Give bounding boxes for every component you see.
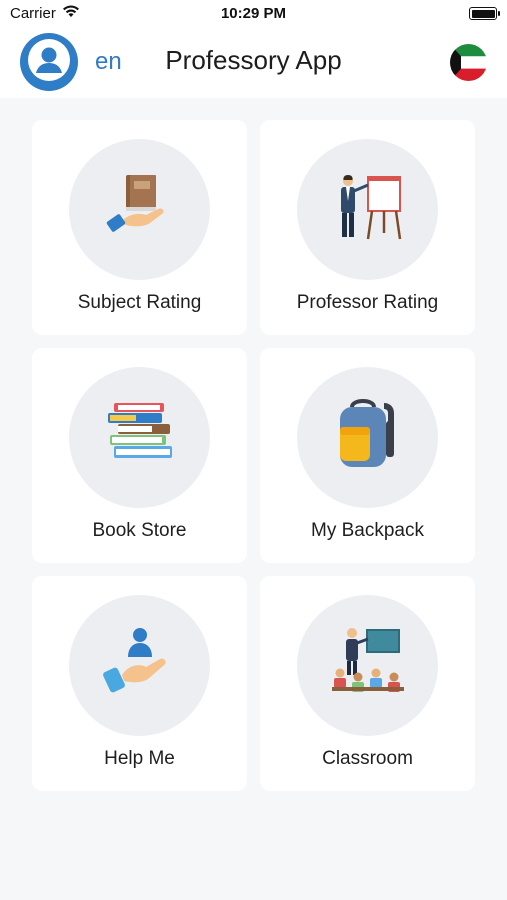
help-me-card[interactable]: Help Me [32, 576, 247, 791]
professor-rating-card[interactable]: Professor Rating [260, 120, 475, 335]
classroom-card[interactable]: Classroom [260, 576, 475, 791]
book-in-hand-icon [100, 167, 180, 252]
profile-avatar-button[interactable] [20, 33, 78, 91]
clock: 10:29 PM [220, 5, 287, 22]
user-icon [25, 36, 73, 89]
backpack-icon [326, 393, 410, 482]
card-label: Classroom [322, 748, 413, 769]
card-label: Professor Rating [296, 292, 439, 313]
kuwait-flag-icon[interactable] [450, 44, 487, 81]
card-label: Book Store [92, 520, 187, 541]
status-bar: Carrier 10:29 PM [0, 0, 507, 28]
language-switch[interactable]: en [95, 48, 122, 76]
professor-presentation-icon [328, 167, 408, 252]
icon-circle [69, 139, 210, 280]
my-backpack-card[interactable]: My Backpack [260, 348, 475, 563]
card-label: Help Me [104, 748, 175, 769]
menu-grid: Subject Rating Professor Rating Book Sto… [32, 120, 476, 791]
icon-circle [297, 367, 438, 508]
subject-rating-card[interactable]: Subject Rating [32, 120, 247, 335]
card-label: Subject Rating [77, 292, 202, 313]
card-label: My Backpack [311, 520, 424, 541]
icon-circle [69, 595, 210, 736]
helping-hand-icon [100, 623, 180, 708]
battery-icon [469, 7, 500, 20]
classroom-icon [326, 621, 410, 710]
book-stack-icon [98, 393, 182, 482]
icon-circle [69, 367, 210, 508]
book-store-card[interactable]: Book Store [32, 348, 247, 563]
icon-circle [297, 139, 438, 280]
app-header: en Professory App [0, 28, 507, 98]
icon-circle [297, 595, 438, 736]
